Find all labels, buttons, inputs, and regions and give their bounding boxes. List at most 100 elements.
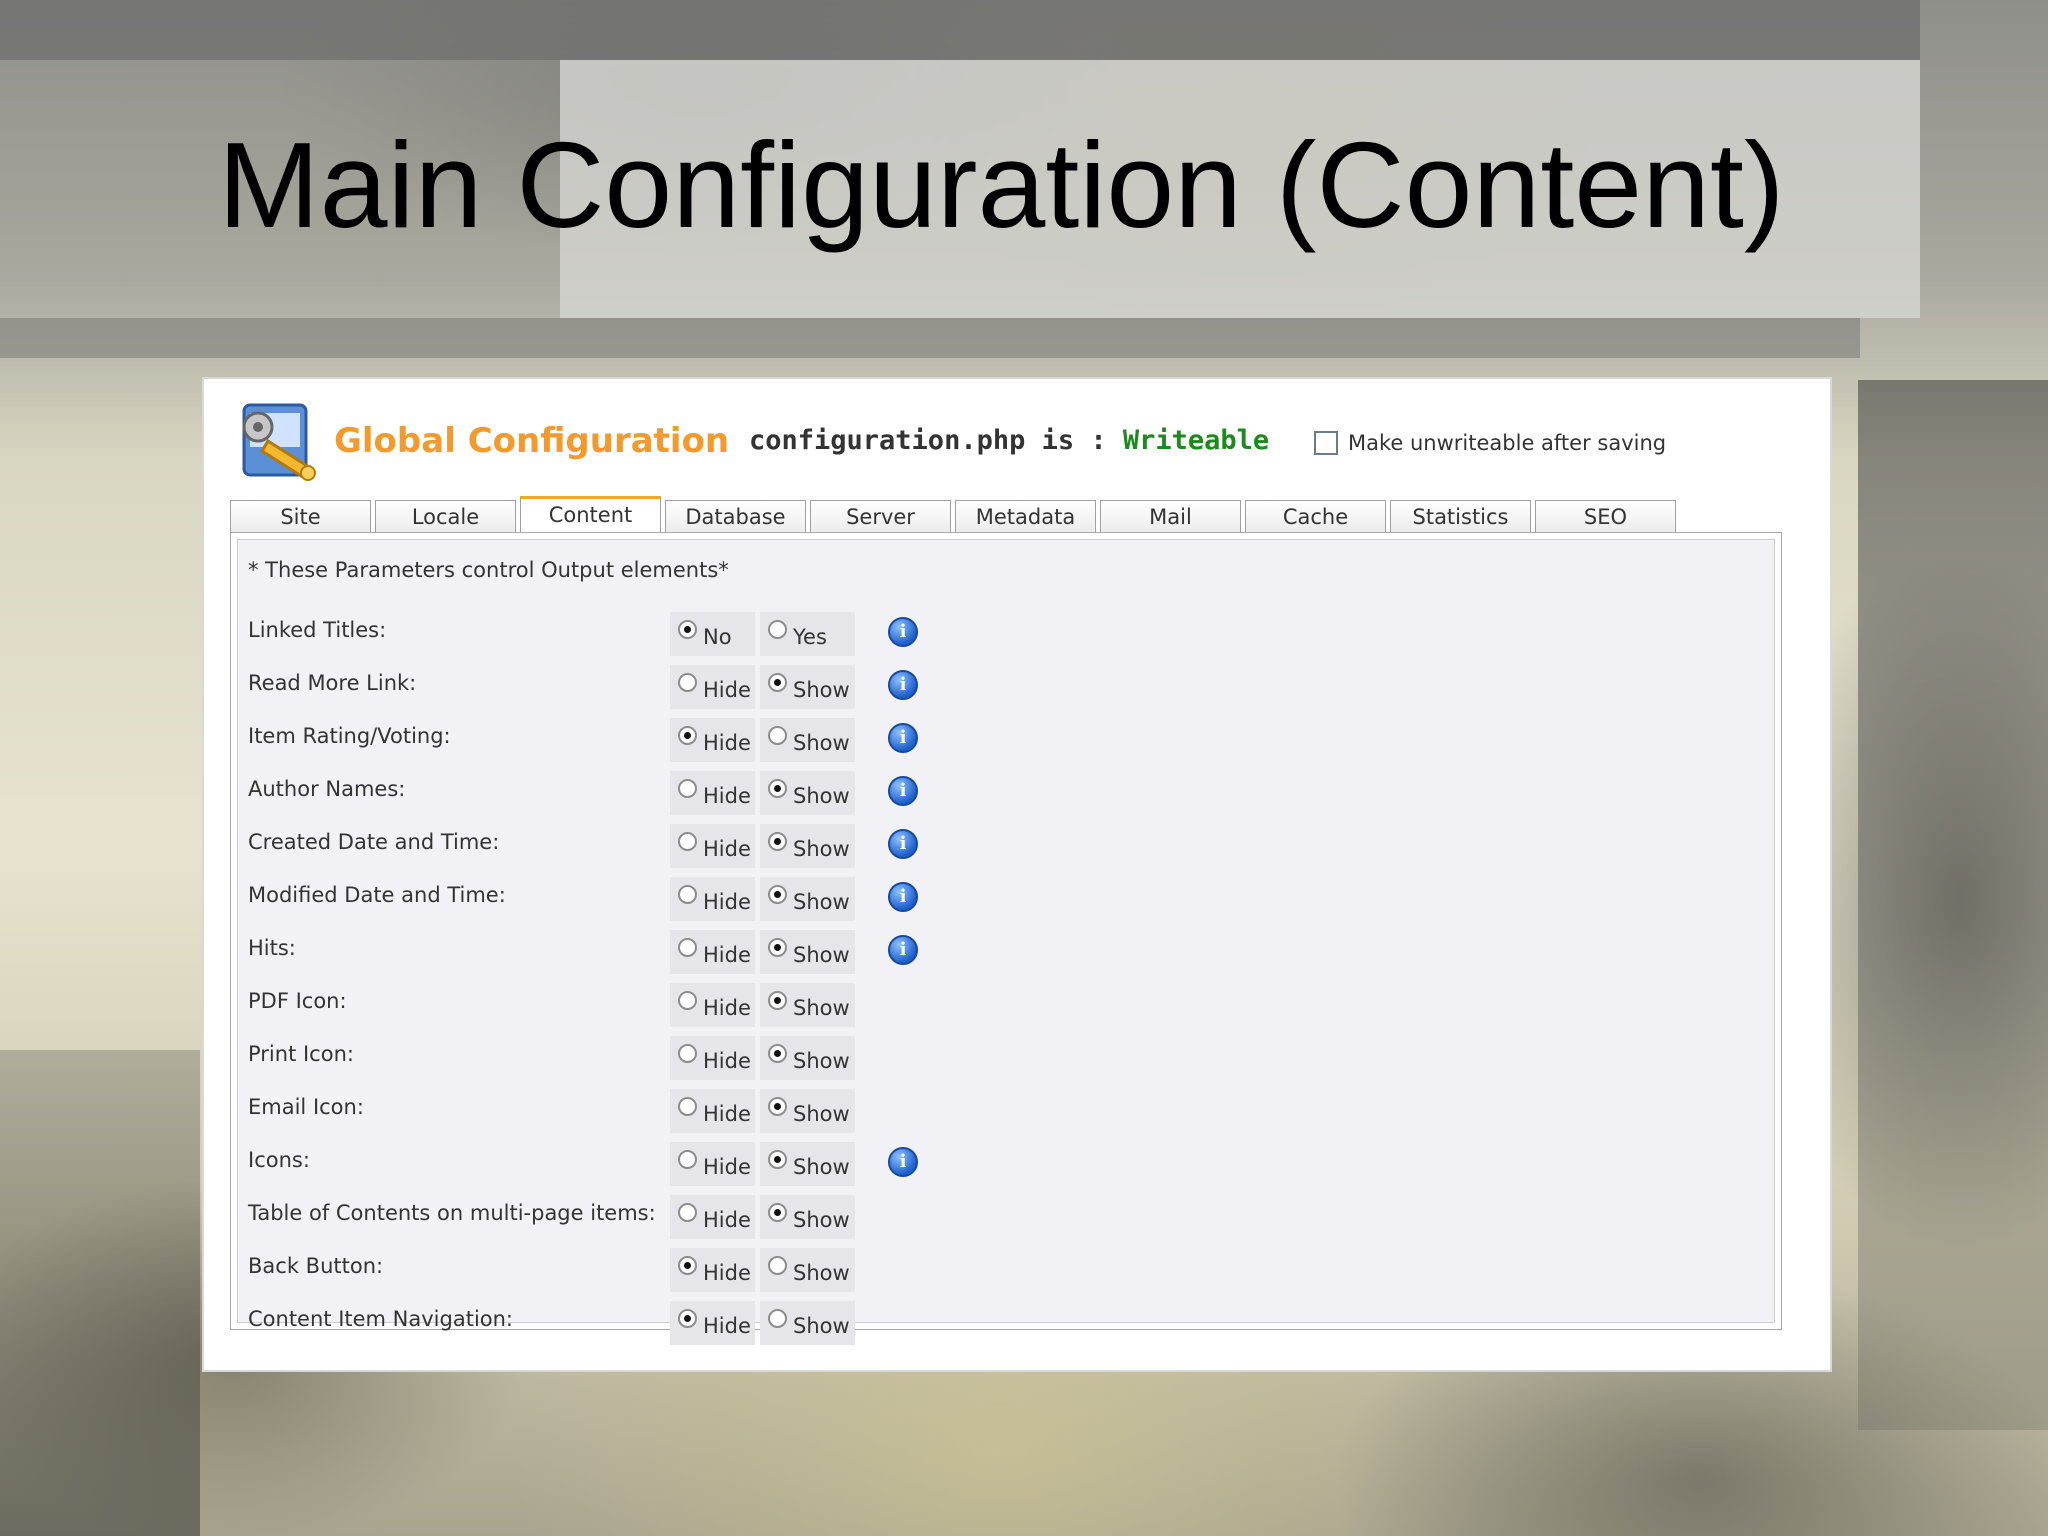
parameter-label: Modified Date and Time: (248, 883, 506, 907)
radio-label: Hide (703, 784, 751, 808)
radio-option-hide[interactable]: Hide (670, 718, 755, 762)
radio-button[interactable] (768, 1096, 787, 1116)
parameter-label: Item Rating/Voting: (248, 724, 451, 748)
tab-seo[interactable]: SEO (1535, 500, 1676, 532)
radio-button[interactable] (678, 990, 697, 1010)
info-icon[interactable]: i (888, 723, 918, 753)
radio-option-show[interactable]: Show (760, 1036, 855, 1080)
info-icon[interactable]: i (888, 882, 918, 912)
radio-option-show[interactable]: Show (760, 1195, 855, 1239)
slide-title: Main Configuration (Content) (218, 117, 1785, 253)
info-icon[interactable]: i (888, 1147, 918, 1177)
radio-option-hide[interactable]: Hide (670, 983, 755, 1027)
radio-option-hide[interactable]: Hide (670, 1142, 755, 1186)
parameter-row: Print Icon: Hide Show (238, 1036, 1774, 1089)
radio-button[interactable] (678, 725, 697, 745)
make-unwriteable-checkbox[interactable] (1314, 431, 1338, 455)
radio-button[interactable] (768, 1255, 787, 1275)
tab-server[interactable]: Server (810, 500, 951, 532)
radio-button[interactable] (768, 619, 787, 639)
content-parameters-area: * These Parameters control Output elemen… (237, 539, 1775, 1345)
radio-button[interactable] (678, 1255, 697, 1275)
parameter-label: Linked Titles: (248, 618, 387, 642)
parameter-label: PDF Icon: (248, 989, 347, 1013)
radio-button[interactable] (768, 1043, 787, 1063)
radio-option-hide[interactable]: Hide (670, 1301, 755, 1345)
content-tab-panel: * These Parameters control Output elemen… (230, 532, 1782, 1345)
radio-option-show[interactable]: Show (760, 930, 855, 974)
radio-button[interactable] (768, 884, 787, 904)
tab-cache[interactable]: Cache (1245, 500, 1386, 532)
radio-label: Show (793, 678, 850, 702)
radio-button[interactable] (678, 1096, 697, 1116)
parameter-row: Hits: Hide Show i (238, 930, 1774, 983)
slide-background-band (0, 0, 1920, 60)
parameter-label: Content Item Navigation: (248, 1307, 514, 1331)
radio-button[interactable] (768, 778, 787, 798)
radio-label: Hide (703, 731, 751, 755)
tab-mail[interactable]: Mail (1100, 500, 1241, 532)
radio-button[interactable] (678, 778, 697, 798)
radio-option-show[interactable]: Show (760, 718, 855, 762)
radio-button[interactable] (768, 990, 787, 1010)
radio-button[interactable] (678, 1202, 697, 1222)
radio-option-show[interactable]: Show (760, 983, 855, 1027)
radio-option-show[interactable]: Show (760, 877, 855, 921)
radio-option-hide[interactable]: Hide (670, 1248, 755, 1292)
radio-option-show[interactable]: Show (760, 665, 855, 709)
radio-button[interactable] (678, 884, 697, 904)
radio-option-show[interactable]: Show (760, 1142, 855, 1186)
radio-option-show[interactable]: Show (760, 1301, 855, 1345)
radio-option-no[interactable]: No (670, 612, 755, 656)
info-icon[interactable]: i (888, 617, 918, 647)
radio-button[interactable] (768, 1308, 787, 1328)
info-icon[interactable]: i (888, 829, 918, 859)
radio-label: Show (793, 1261, 850, 1285)
radio-option-hide[interactable]: Hide (670, 665, 755, 709)
parameter-label: Print Icon: (248, 1042, 354, 1066)
radio-option-show[interactable]: Show (760, 824, 855, 868)
radio-button[interactable] (768, 831, 787, 851)
radio-option-hide[interactable]: Hide (670, 824, 755, 868)
info-icon[interactable]: i (888, 776, 918, 806)
tab-content[interactable]: Content (520, 496, 661, 532)
parameter-row: Table of Contents on multi-page items: Hi… (238, 1195, 1774, 1248)
radio-option-hide[interactable]: Hide (670, 1036, 755, 1080)
radio-button[interactable] (678, 1308, 697, 1328)
info-icon[interactable]: i (888, 670, 918, 700)
radio-option-hide[interactable]: Hide (670, 1195, 755, 1239)
info-icon[interactable]: i (888, 935, 918, 965)
tab-database[interactable]: Database (665, 500, 806, 532)
parameter-row: Author Names: Hide Show i (238, 771, 1774, 824)
parameter-label: Author Names: (248, 777, 406, 801)
radio-option-show[interactable]: Show (760, 771, 855, 815)
radio-button[interactable] (768, 937, 787, 957)
radio-button[interactable] (678, 672, 697, 692)
tab-statistics[interactable]: Statistics (1390, 500, 1531, 532)
radio-option-hide[interactable]: Hide (670, 771, 755, 815)
radio-option-yes[interactable]: Yes (760, 612, 855, 656)
radio-option-hide[interactable]: Hide (670, 877, 755, 921)
make-unwriteable-option[interactable]: Make unwriteable after saving (1314, 431, 1666, 455)
radio-label: Show (793, 837, 850, 861)
tab-metadata[interactable]: Metadata (955, 500, 1096, 532)
radio-button[interactable] (768, 725, 787, 745)
radio-button[interactable] (678, 619, 697, 639)
tab-site[interactable]: Site (230, 500, 371, 532)
radio-button[interactable] (678, 1043, 697, 1063)
radio-label: Show (793, 1049, 850, 1073)
radio-label: Hide (703, 1314, 751, 1338)
radio-button[interactable] (678, 1149, 697, 1169)
tab-locale[interactable]: Locale (375, 500, 516, 532)
radio-option-hide[interactable]: Hide (670, 1089, 755, 1133)
radio-button[interactable] (768, 1202, 787, 1222)
radio-option-show[interactable]: Show (760, 1089, 855, 1133)
radio-button[interactable] (678, 937, 697, 957)
radio-button[interactable] (768, 1149, 787, 1169)
radio-button[interactable] (768, 672, 787, 692)
radio-label: Show (793, 784, 850, 808)
radio-label: Hide (703, 1208, 751, 1232)
radio-option-show[interactable]: Show (760, 1248, 855, 1292)
radio-button[interactable] (678, 831, 697, 851)
radio-option-hide[interactable]: Hide (670, 930, 755, 974)
